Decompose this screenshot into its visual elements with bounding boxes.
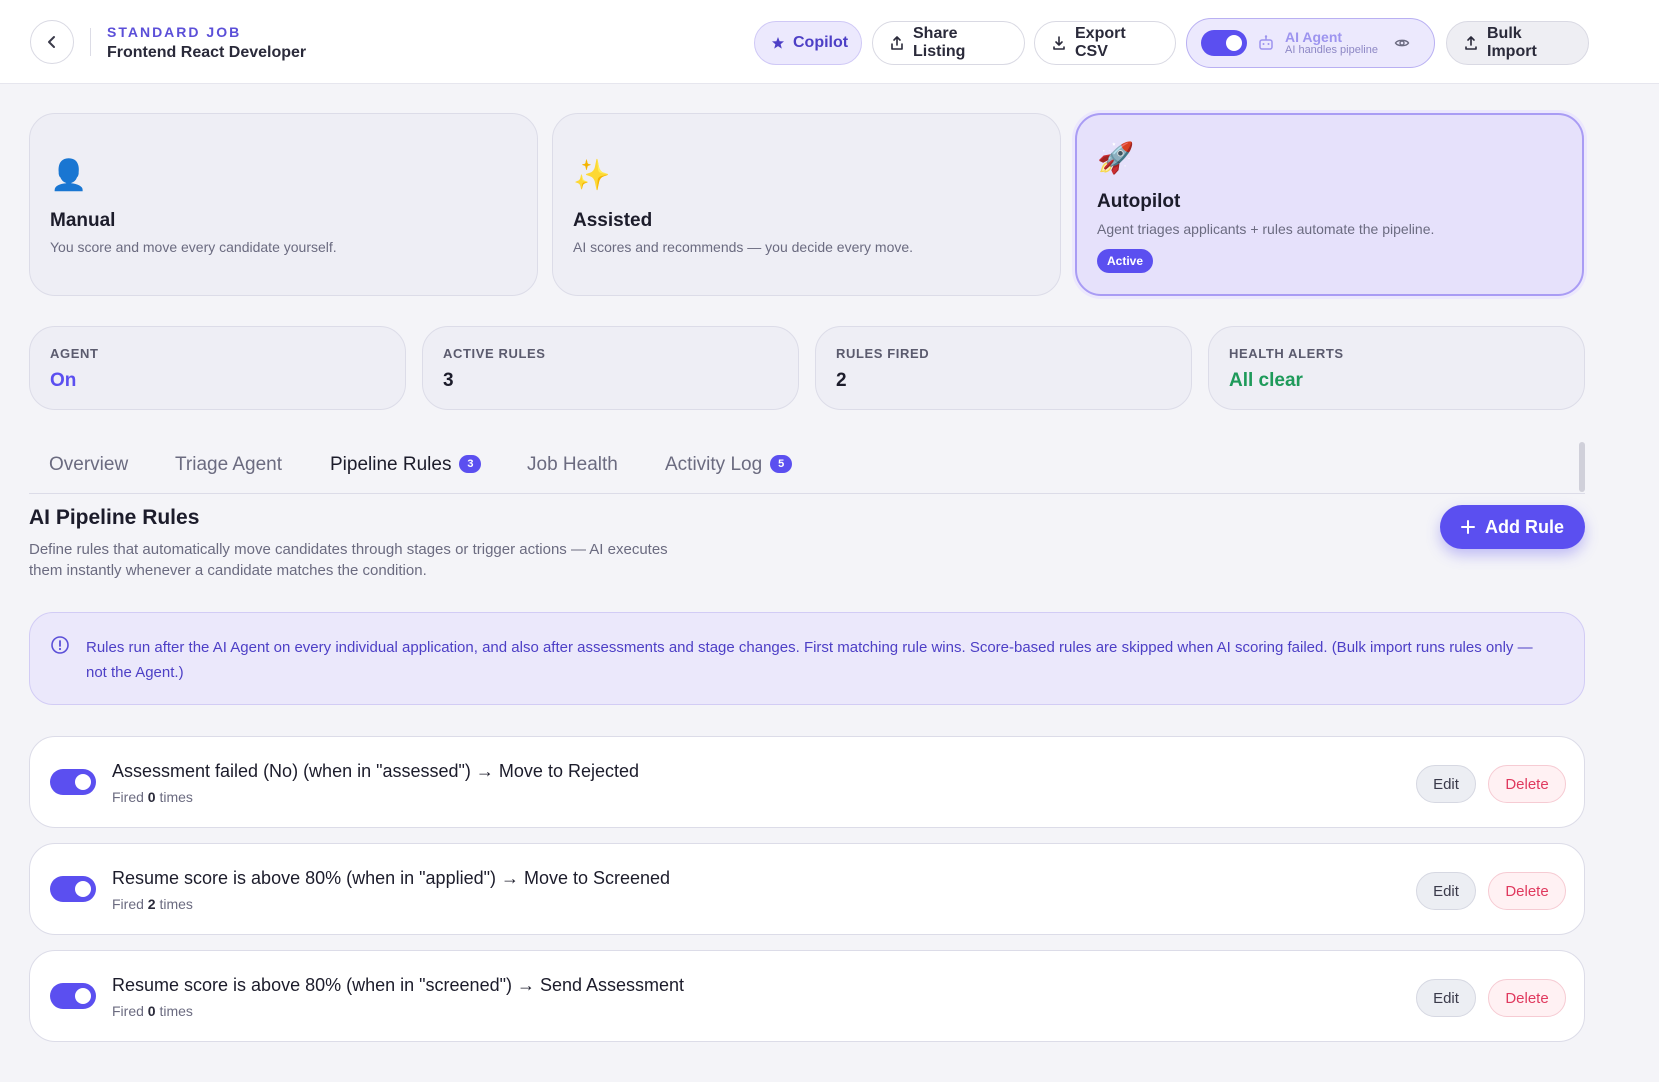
robot-icon	[1259, 35, 1273, 50]
mode-description: AI scores and recommends — you decide ev…	[573, 239, 914, 255]
rule-title: Resume score is above 80% (when in "appl…	[112, 868, 671, 888]
fired-prefix: Fired	[112, 1003, 144, 1019]
info-text: Rules run after the AI Agent on every in…	[86, 639, 1533, 681]
share-label: Share Listing	[913, 25, 966, 60]
add-rule-label: Add Rule	[1485, 516, 1564, 537]
edit-rule-button[interactable]: Edit	[1416, 765, 1476, 803]
rule-row: Assessment failed (No) (when in "assesse…	[29, 736, 1585, 828]
rule-title: Resume score is above 80% (when in "scre…	[112, 975, 685, 995]
ai-agent-subtitle: AI handles pipeline	[1285, 43, 1378, 56]
share-listing-button[interactable]: Share Listing	[872, 21, 1025, 65]
rule-fired-count: Fired 0 times	[112, 789, 193, 805]
rocket-icon: 🚀	[1097, 142, 1135, 175]
copilot-label: Copilot	[793, 34, 849, 51]
edit-rule-button[interactable]: Edit	[1416, 872, 1476, 910]
star-icon	[772, 37, 784, 49]
top-header: STANDARD JOB Frontend React Developer Co…	[0, 0, 1659, 84]
share-icon	[891, 36, 903, 50]
header-divider	[90, 28, 91, 56]
fired-suffix: times	[159, 896, 193, 912]
sparkles-icon: ✨	[573, 159, 611, 192]
stat-active-rules: ACTIVE RULES 3	[422, 326, 799, 410]
tab-activity-log[interactable]: Activity Log 5	[665, 454, 793, 476]
mode-name: Autopilot	[1097, 191, 1181, 212]
stat-health-alerts: HEALTH ALERTS All clear	[1208, 326, 1585, 410]
stat-agent: AGENT On	[29, 326, 406, 410]
tab-label: Pipeline Rules	[330, 454, 452, 475]
chevron-left-icon	[48, 36, 55, 48]
fired-count: 0	[147, 1003, 156, 1019]
mode-card-autopilot[interactable]: 🚀 Autopilot Agent triages applicants + r…	[1075, 113, 1584, 296]
mode-description: Agent triages applicants + rules automat…	[1097, 221, 1435, 237]
mode-card-assisted[interactable]: ✨ Assisted AI scores and recommends — yo…	[552, 113, 1061, 296]
tab-label: Overview	[49, 454, 129, 475]
tab-triage-agent[interactable]: Triage Agent	[175, 454, 282, 476]
rule-enabled-toggle[interactable]	[50, 876, 96, 902]
fired-suffix: times	[159, 789, 193, 805]
stat-value: All clear	[1229, 370, 1303, 391]
stat-value: On	[50, 370, 77, 391]
download-icon	[1053, 36, 1065, 50]
section-title: AI Pipeline Rules	[29, 506, 200, 529]
ai-agent-text: AI Agent AI handles pipeline	[1285, 30, 1378, 56]
plus-icon	[1461, 520, 1475, 534]
export-csv-button[interactable]: Export CSV	[1034, 21, 1176, 65]
rule-enabled-toggle[interactable]	[50, 983, 96, 1009]
upload-icon	[1465, 36, 1477, 50]
tabs-scrollbar[interactable]	[1579, 442, 1585, 492]
stat-label: AGENT	[50, 346, 99, 361]
rule-row: Resume score is above 80% (when in "scre…	[29, 950, 1585, 1042]
tab-label: Job Health	[527, 454, 618, 475]
rule-title: Assessment failed (No) (when in "assesse…	[112, 761, 639, 781]
delete-rule-button[interactable]: Delete	[1488, 872, 1566, 910]
mode-name: Manual	[50, 210, 116, 231]
edit-rule-button[interactable]: Edit	[1416, 979, 1476, 1017]
ai-agent-toggle-pill[interactable]: AI Agent AI handles pipeline	[1186, 18, 1435, 68]
fired-suffix: times	[159, 1003, 193, 1019]
tab-overview[interactable]: Overview	[49, 454, 128, 476]
person-icon: 👤	[50, 159, 88, 192]
active-badge: Active	[1097, 249, 1154, 273]
job-type-label: STANDARD JOB	[107, 24, 242, 40]
back-button[interactable]	[30, 20, 74, 64]
rule-fired-count: Fired 0 times	[112, 1003, 193, 1019]
tab-job-health[interactable]: Job Health	[527, 454, 618, 476]
ai-agent-toggle[interactable]	[1201, 30, 1247, 56]
mode-description: You score and move every candidate yours…	[50, 239, 337, 255]
stat-value: 3	[443, 370, 454, 391]
tab-label: Triage Agent	[175, 454, 283, 475]
bulk-import-button[interactable]: Bulk Import	[1446, 21, 1589, 65]
rule-fired-count: Fired 2 times	[112, 896, 193, 912]
stat-rules-fired: RULES FIRED 2	[815, 326, 1192, 410]
copilot-button[interactable]: Copilot	[754, 21, 862, 65]
stat-label: ACTIVE RULES	[443, 346, 546, 361]
section-description: Define rules that automatically move can…	[29, 541, 668, 579]
export-label: Export CSV	[1075, 25, 1126, 60]
add-rule-button[interactable]: Add Rule	[1440, 505, 1585, 549]
tab-count-badge: 5	[770, 455, 793, 473]
fired-prefix: Fired	[112, 896, 144, 912]
info-icon	[51, 636, 69, 654]
stat-label: RULES FIRED	[836, 346, 930, 361]
mode-card-manual[interactable]: 👤 Manual You score and move every candid…	[29, 113, 538, 296]
fired-prefix: Fired	[112, 789, 144, 805]
mode-name: Assisted	[573, 210, 653, 231]
ai-agent-title: AI Agent	[1285, 28, 1343, 45]
tab-label: Activity Log	[665, 454, 763, 475]
job-title: Frontend React Developer	[107, 44, 307, 61]
tab-count-badge: 3	[459, 455, 482, 473]
fired-count: 0	[147, 789, 156, 805]
tab-pipeline-rules[interactable]: Pipeline Rules 3	[330, 454, 482, 476]
delete-rule-button[interactable]: Delete	[1488, 765, 1566, 803]
bulk-label: Bulk Import	[1487, 25, 1537, 60]
info-banner: Rules run after the AI Agent on every in…	[29, 612, 1585, 705]
tab-bar: Overview Triage Agent Pipeline Rules 3 Jo…	[29, 440, 1585, 494]
delete-rule-button[interactable]: Delete	[1488, 979, 1566, 1017]
fired-count: 2	[147, 896, 156, 912]
stat-value: 2	[836, 370, 847, 391]
eye-icon[interactable]	[1394, 35, 1410, 51]
stat-label: HEALTH ALERTS	[1229, 346, 1344, 361]
rule-row: Resume score is above 80% (when in "appl…	[29, 843, 1585, 935]
rule-enabled-toggle[interactable]	[50, 769, 96, 795]
